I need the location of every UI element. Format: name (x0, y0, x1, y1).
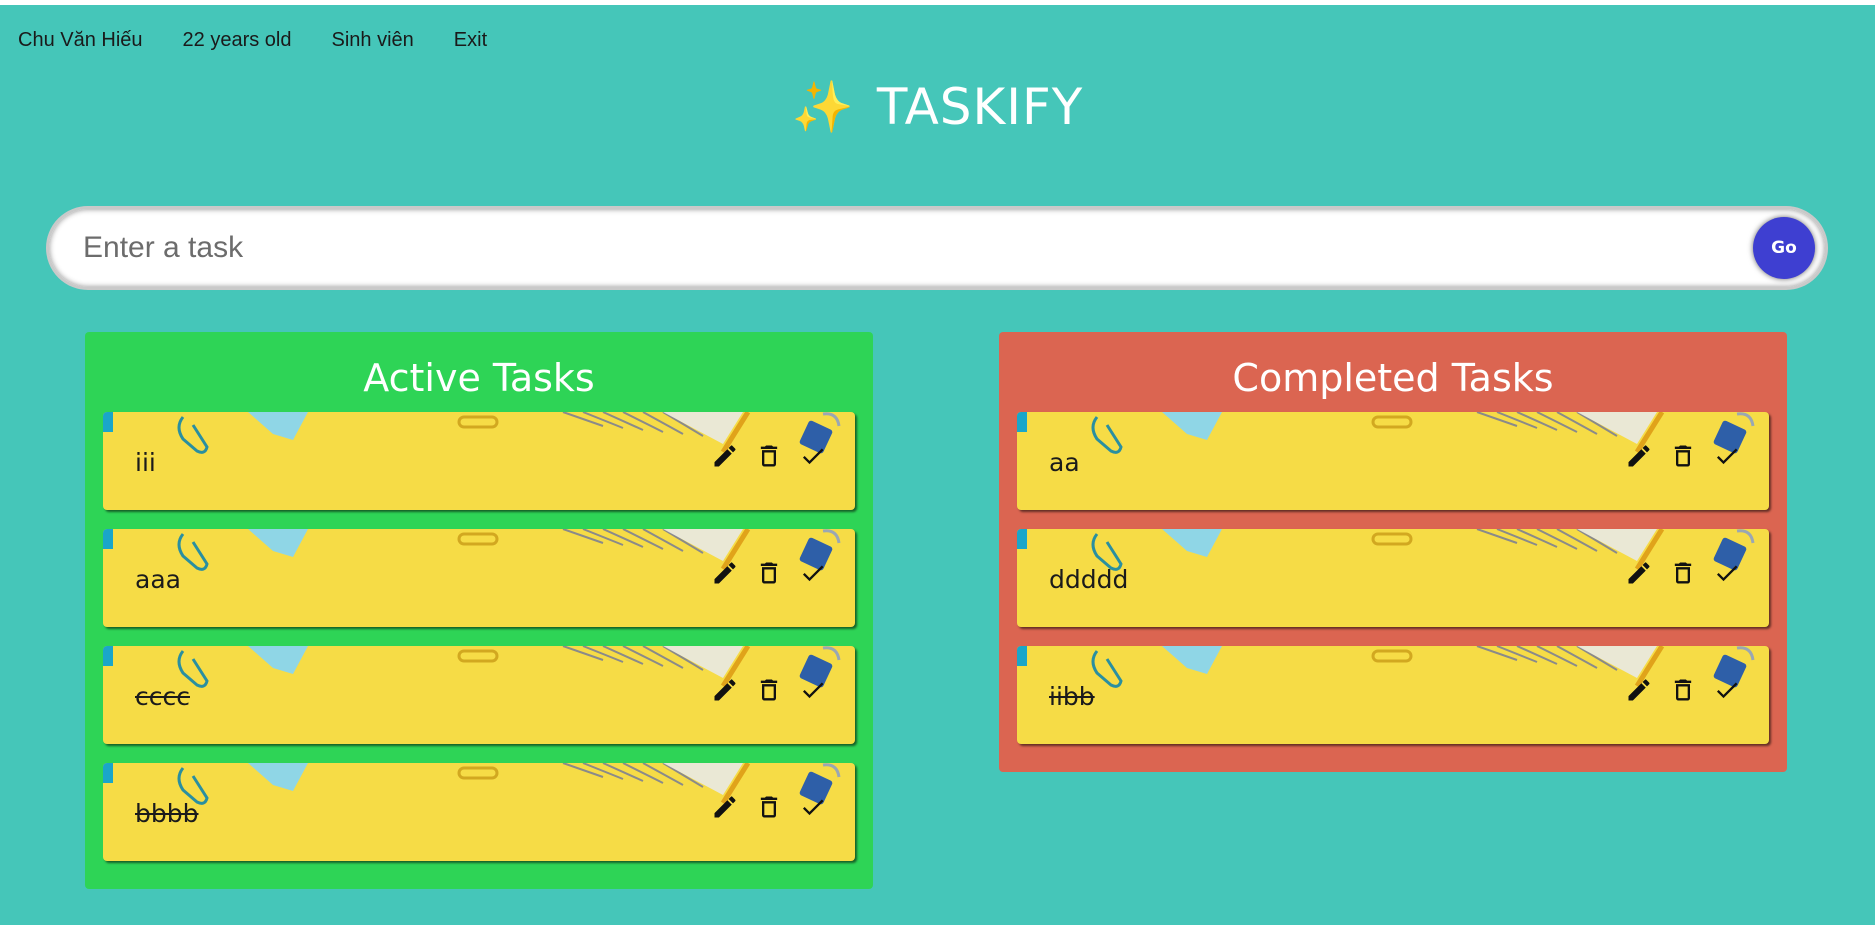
task-actions (711, 676, 827, 704)
task-card[interactable]: bbbb (103, 763, 855, 861)
edit-icon[interactable] (711, 559, 739, 587)
delete-icon[interactable] (1669, 559, 1697, 587)
task-card[interactable]: ddddd (1017, 529, 1769, 627)
check-icon[interactable] (799, 793, 827, 821)
task-text: iii (135, 448, 156, 477)
completed-tasks-title: Completed Tasks (1232, 356, 1554, 400)
task-text: aa (1049, 448, 1080, 477)
check-icon[interactable] (799, 442, 827, 470)
top-nav: Chu Văn Hiếu 22 years old Sinh viên Exit (18, 27, 487, 53)
delete-icon[interactable] (755, 559, 783, 587)
task-actions (711, 442, 827, 470)
completed-task-list: aa ddddd iibb (1017, 412, 1769, 744)
edit-icon[interactable] (711, 442, 739, 470)
sparkle-icon: ✨ (791, 78, 855, 136)
task-actions (1625, 676, 1741, 704)
task-text: ddddd (1049, 565, 1129, 594)
active-task-list: iii aaa cccc bbbb (103, 412, 855, 861)
task-actions (711, 559, 827, 587)
task-card[interactable]: iii (103, 412, 855, 510)
task-card[interactable]: cccc (103, 646, 855, 744)
task-text: cccc (135, 682, 190, 711)
delete-icon[interactable] (755, 793, 783, 821)
task-text: aaa (135, 565, 181, 594)
nav-exit-link[interactable]: Exit (454, 27, 487, 53)
page-title: ✨ TASKIFY (0, 77, 1875, 137)
check-icon[interactable] (1713, 442, 1741, 470)
task-card[interactable]: iibb (1017, 646, 1769, 744)
check-icon[interactable] (799, 559, 827, 587)
task-card[interactable]: aaa (103, 529, 855, 627)
delete-icon[interactable] (755, 442, 783, 470)
check-icon[interactable] (1713, 559, 1741, 587)
active-tasks-panel: Active Tasks iii aaa cccc bbbb (85, 332, 873, 889)
delete-icon[interactable] (755, 676, 783, 704)
delete-icon[interactable] (1669, 442, 1697, 470)
task-card[interactable]: aa (1017, 412, 1769, 510)
task-actions (1625, 442, 1741, 470)
nav-user-role[interactable]: Sinh viên (332, 27, 414, 53)
task-actions (1625, 559, 1741, 587)
nav-user-age[interactable]: 22 years old (183, 27, 292, 53)
edit-icon[interactable] (1625, 442, 1653, 470)
task-actions (711, 793, 827, 821)
app-background: Chu Văn Hiếu 22 years old Sinh viên Exit… (0, 5, 1875, 925)
go-button[interactable]: Go (1753, 217, 1815, 279)
task-input[interactable] (83, 209, 1683, 287)
check-icon[interactable] (799, 676, 827, 704)
edit-icon[interactable] (711, 793, 739, 821)
edit-icon[interactable] (1625, 559, 1653, 587)
task-input-bar: Go (46, 206, 1828, 290)
task-text: iibb (1049, 682, 1095, 711)
app-title-text: TASKIFY (876, 78, 1084, 136)
active-tasks-title: Active Tasks (363, 356, 595, 400)
task-text: bbbb (135, 799, 199, 828)
edit-icon[interactable] (711, 676, 739, 704)
delete-icon[interactable] (1669, 676, 1697, 704)
check-icon[interactable] (1713, 676, 1741, 704)
edit-icon[interactable] (1625, 676, 1653, 704)
nav-user-name[interactable]: Chu Văn Hiếu (18, 27, 143, 53)
completed-tasks-panel: Completed Tasks aa ddddd iibb (999, 332, 1787, 772)
